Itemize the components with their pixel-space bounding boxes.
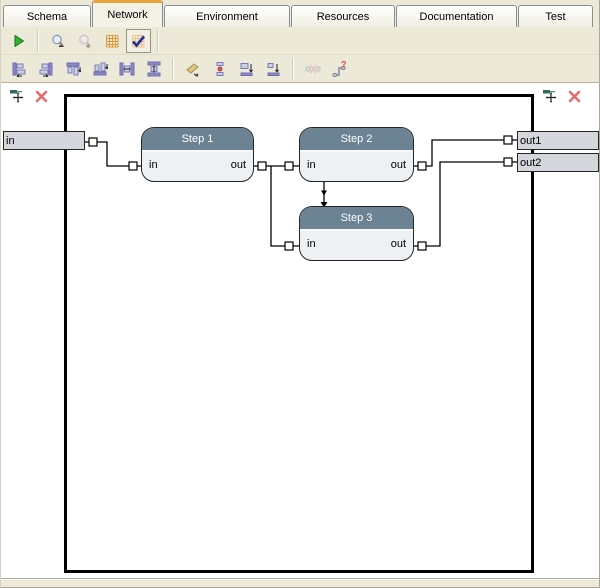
same-height-button[interactable] [261,57,286,81]
node-output-label: out [391,238,406,250]
tab-label: Environment [196,11,258,23]
input-port-in[interactable]: in [3,131,85,150]
tab-label: Network [107,9,147,21]
output-port-out1[interactable]: out1 [517,131,599,150]
toolbar-separator [37,30,39,52]
port-label: in [6,135,15,147]
space-across-icon [185,61,201,77]
tab-test[interactable]: Test [518,5,593,27]
align-top-button[interactable] [60,57,85,81]
zoom-out-icon [50,33,66,49]
space-across-button[interactable] [180,57,205,81]
snap-grid-toggle[interactable] [126,29,151,53]
tab-label: Test [545,11,565,23]
tab-resources[interactable]: Resources [291,5,395,27]
app-window: Schema Network Environment Resources Doc… [0,0,600,588]
delete-port-icon[interactable] [568,90,581,103]
align-right-icon [38,61,54,77]
canvas-corner-toolbar-left [9,89,48,103]
canvas-corner-toolbar-right [542,89,581,103]
grid-check-icon [130,33,147,49]
align-left-button[interactable] [6,57,31,81]
node-output-label: out [391,159,406,171]
grid-button[interactable] [99,29,124,53]
tab-network[interactable]: Network [92,0,163,27]
node-title: Step 2 [300,128,413,152]
node-title: Step 1 [142,128,253,152]
move-port-icon[interactable] [542,89,560,103]
run-button[interactable] [6,29,31,53]
toolbar-separator [292,58,294,80]
same-width-button[interactable] [234,57,259,81]
toolbar-row2: ? [1,55,599,83]
port-label: out2 [520,157,541,169]
toolbar-row1 [1,27,599,55]
same-width-icon [239,61,255,77]
node-step2[interactable]: Step 2 in out [299,127,414,182]
move-port-icon[interactable] [9,89,27,103]
align-bottom-button[interactable] [87,57,112,81]
run-icon [11,33,27,49]
node-input-label: in [307,238,316,250]
delete-port-icon[interactable] [35,90,48,103]
center-horizontal-icon [119,61,135,77]
tab-label: Resources [317,11,370,23]
node-input-label: in [149,159,158,171]
tab-documentation[interactable]: Documentation [396,5,517,27]
svg-text:?: ? [341,61,347,70]
validate-connections-button[interactable]: ? [327,57,352,81]
tab-label: Documentation [420,11,494,23]
output-port-out2[interactable]: out2 [517,153,599,172]
zoom-out-button[interactable] [45,29,70,53]
zoom-in-button[interactable] [72,29,97,53]
align-bottom-icon [92,61,108,77]
disconnect-icon [305,61,321,77]
node-step3[interactable]: Step 3 in out [299,206,414,261]
toolbar-separator [172,58,174,80]
status-bar [1,578,599,588]
disconnect-button[interactable] [300,57,325,81]
validate-connections-icon: ? [332,61,348,77]
space-down-button[interactable] [207,57,232,81]
grid-icon [104,33,120,49]
tab-environment[interactable]: Environment [164,5,290,27]
node-title: Step 3 [300,207,413,231]
center-vertical-icon [146,61,162,77]
space-down-icon [212,61,228,77]
align-top-icon [65,61,81,77]
align-right-button[interactable] [33,57,58,81]
tab-schema[interactable]: Schema [3,5,91,27]
node-output-label: out [231,159,246,171]
node-input-label: in [307,159,316,171]
align-left-icon [11,61,27,77]
center-horizontal-button[interactable] [114,57,139,81]
center-vertical-button[interactable] [141,57,166,81]
zoom-in-icon [77,33,93,49]
tab-bar: Schema Network Environment Resources Doc… [1,0,599,27]
same-height-icon [266,61,282,77]
network-canvas[interactable]: Step 1 in out Step 2 in out Step 3 in ou… [1,83,599,578]
node-step1[interactable]: Step 1 in out [141,127,254,182]
tab-label: Schema [27,11,67,23]
toolbar-separator [157,30,159,52]
port-label: out1 [520,135,541,147]
